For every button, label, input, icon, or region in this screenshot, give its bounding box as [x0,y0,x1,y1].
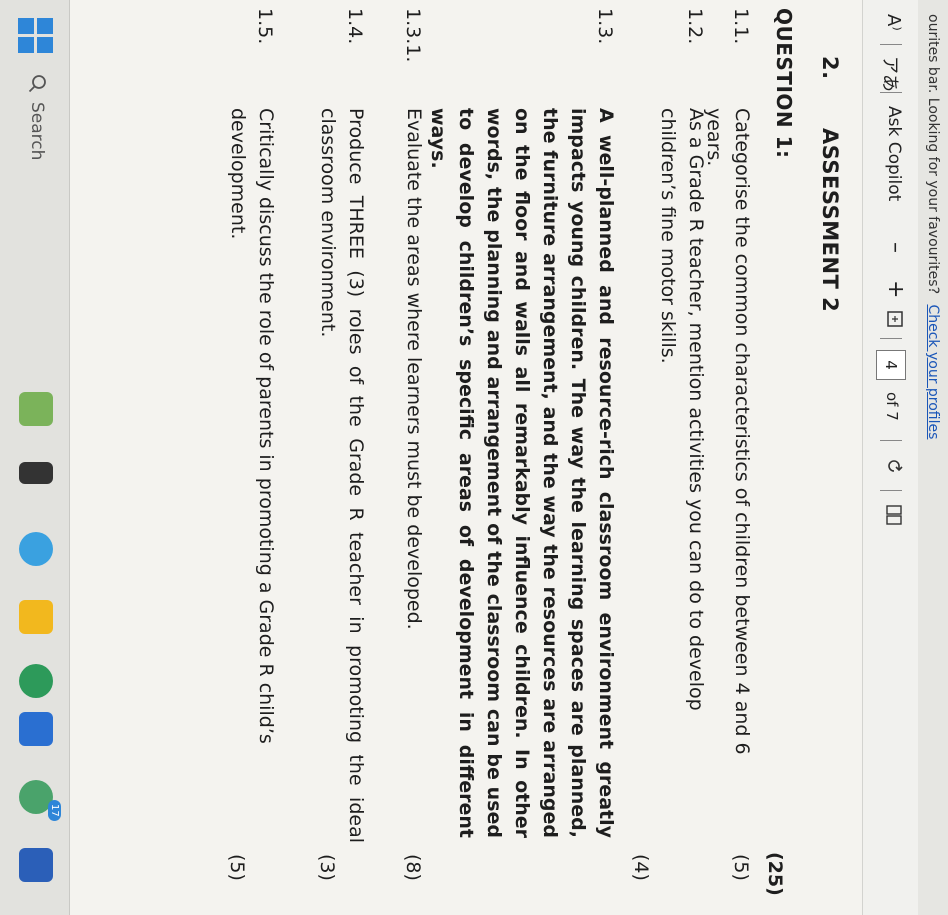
item-text: A well-planned and resource-rich classro… [427,108,617,838]
chrome-icon[interactable] [19,664,53,698]
item-marks: (8) [402,854,424,881]
taskbar: Search 17 [0,0,70,915]
rotate-icon[interactable] [879,456,904,476]
check-profiles-link[interactable]: Check your profiles [925,304,941,439]
item-text: Evaluate the areas where learners must b… [403,108,425,630]
widgets-icon[interactable] [19,392,53,426]
item-text: Produce THREE (3) roles of the Grade R t… [317,108,367,843]
item-number: 1.5. [254,8,276,45]
section-number: 2. [818,56,842,80]
item-number: 1.1. [730,8,752,45]
page-total: of 7 [883,392,901,421]
toolbar-divider [880,338,902,339]
task-view-icon[interactable] [19,462,53,484]
item-marks: (5) [226,854,248,881]
translate-icon[interactable]: アあ [878,56,904,92]
search-icon[interactable] [23,74,47,94]
toolbar-divider [880,92,902,93]
file-explorer-icon[interactable] [19,600,53,634]
toolbar-divider [880,490,902,491]
edge-browser-icon[interactable] [19,532,53,566]
taskbar-search[interactable]: Search [27,102,47,160]
zoom-out-button[interactable]: – [883,242,908,253]
section-title: ASSESSMENT 2 [818,128,842,313]
question-title: QUESTION 1: [772,8,796,159]
notification-badge: 17 [48,800,61,821]
item-number: 1.2. [684,8,706,45]
item-number: 1.3. [594,8,616,45]
favourites-bar-text: ourites bar. Looking for your favourites… [925,14,941,294]
windows-start-icon[interactable] [17,18,53,54]
ask-copilot-button[interactable]: Ask Copilot [884,106,904,201]
outlook-icon[interactable] [19,712,53,746]
item-marks: (3) [316,854,338,881]
pdf-page: 2. ASSESSMENT 2 QUESTION 1: 1.1. Categor… [70,0,862,915]
word-icon[interactable] [19,848,53,882]
question-total-marks: (25) [764,852,786,896]
zoom-in-button[interactable]: + [883,280,908,298]
fit-page-icon[interactable] [881,310,904,328]
item-number: 1.4. [344,8,366,45]
item-text: As a Grade R teacher, mention activities… [657,108,707,711]
whatsapp-icon[interactable]: 17 [19,780,61,821]
page-view-icon[interactable] [879,504,904,526]
item-marks: (4) [630,854,652,881]
toolbar-divider [880,44,902,45]
page-number-input[interactable]: 4 [876,350,906,380]
toolbar-divider [880,440,902,441]
pdf-toolbar: A⁾ アあ Ask Copilot – + 4 of 7 [862,0,918,915]
item-number: 1.3.1. [402,8,424,63]
screen: ourites bar. Looking for your favourites… [0,0,948,915]
favourites-bar: ourites bar. Looking for your favourites… [918,0,948,915]
item-marks: (5) [730,854,752,881]
item-text: Critically discuss the role of parents i… [227,108,277,744]
read-aloud-icon[interactable]: A⁾ [883,14,904,31]
